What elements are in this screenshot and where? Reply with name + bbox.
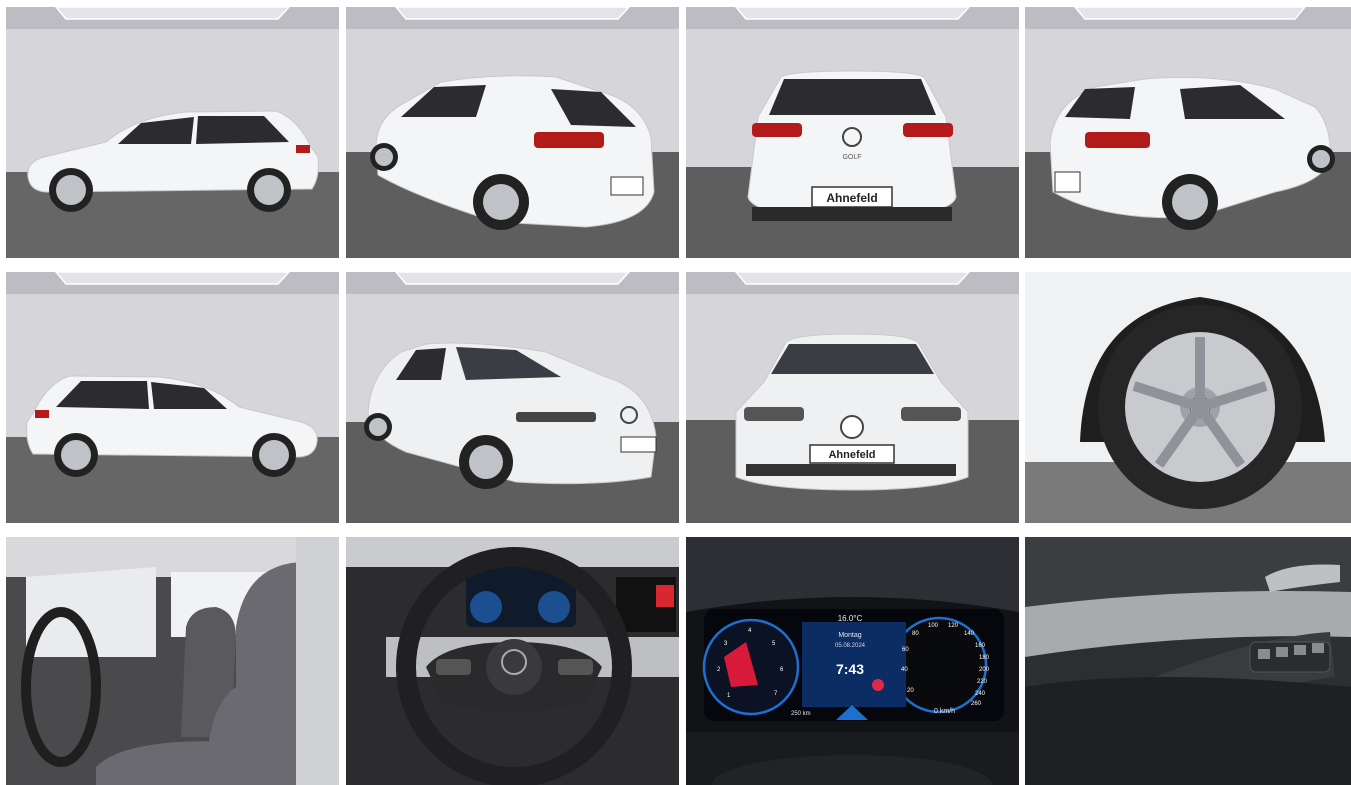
gallery-image-side-right[interactable] <box>6 272 339 523</box>
svg-text:260: 260 <box>971 701 982 707</box>
svg-text:60: 60 <box>902 647 909 653</box>
gallery-image-interior-front-seats[interactable] <box>6 537 339 785</box>
svg-text:200: 200 <box>979 667 990 673</box>
gallery-image-side-left[interactable] <box>6 7 339 258</box>
gallery-image-digital-instrument-cluster[interactable]: 16.0°C Montag 05.08.2024 7:43 250 km 0 k… <box>686 537 1019 785</box>
svg-text:40: 40 <box>901 667 908 673</box>
cluster-time: 7:43 <box>836 661 864 677</box>
gallery-image-door-panel-controls[interactable] <box>1025 537 1351 785</box>
cluster-date: 05.08.2024 <box>835 643 866 649</box>
gallery-image-rear-three-quarter-right[interactable] <box>1025 7 1351 258</box>
gallery-image-rear-three-quarter-left[interactable] <box>346 7 679 258</box>
license-plate-front: Ahnefeld <box>828 449 875 461</box>
gallery-image-front[interactable]: Ahnefeld <box>686 272 1019 523</box>
cluster-speed: 0 km/h <box>934 708 955 715</box>
svg-text:240: 240 <box>975 691 986 697</box>
gallery-image-rear[interactable]: GOLF Ahnefeld <box>686 7 1019 258</box>
svg-text:180: 180 <box>979 655 990 661</box>
svg-text:220: 220 <box>977 679 988 685</box>
gallery-image-steering-wheel-cockpit[interactable] <box>346 537 679 785</box>
photo-gallery: GOLF Ahnefeld Ahnefeld 16.0°C Montag 05.… <box>0 0 1351 785</box>
license-plate: Ahnefeld <box>826 191 877 205</box>
svg-text:20: 20 <box>907 688 914 694</box>
svg-text:160: 160 <box>975 643 986 649</box>
svg-text:80: 80 <box>912 631 919 637</box>
svg-text:120: 120 <box>948 623 959 629</box>
model-badge: GOLF <box>842 154 861 161</box>
gallery-image-front-three-quarter-left[interactable] <box>346 272 679 523</box>
cluster-temperature: 16.0°C <box>838 614 863 623</box>
svg-text:140: 140 <box>964 631 975 637</box>
cluster-day: Montag <box>838 632 861 639</box>
svg-text:100: 100 <box>928 623 939 629</box>
gallery-image-wheel-detail[interactable] <box>1025 272 1351 523</box>
cluster-range: 250 km <box>791 711 811 717</box>
